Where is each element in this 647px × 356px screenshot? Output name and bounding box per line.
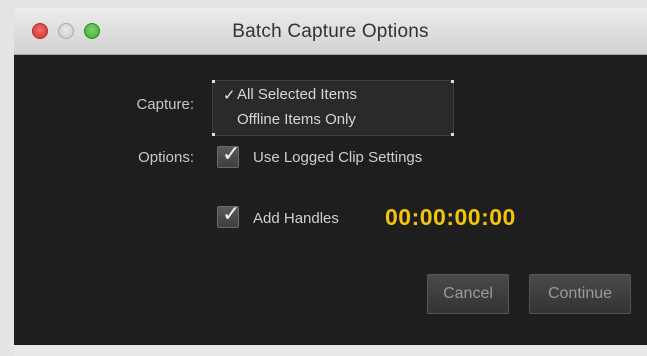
checkbox-tick-icon: ✓ bbox=[222, 141, 241, 166]
use-logged-clip-settings-label[interactable]: Use Logged Clip Settings bbox=[253, 149, 422, 166]
menu-item-all-selected-items[interactable]: ✓ All Selected Items bbox=[213, 86, 453, 108]
add-handles-label[interactable]: Add Handles bbox=[253, 210, 339, 227]
batch-capture-dialog: Batch Capture Options Capture: ✓ All Sel… bbox=[0, 0, 647, 356]
window-title: Batch Capture Options bbox=[232, 21, 429, 42]
checkmark-icon: ✓ bbox=[223, 87, 236, 104]
handles-timecode-field[interactable]: 00:00:00:00 bbox=[385, 204, 516, 231]
title-bar[interactable]: Batch Capture Options bbox=[14, 8, 647, 55]
menu-item-label: All Selected Items bbox=[237, 86, 358, 103]
menu-corner-marker bbox=[451, 133, 454, 136]
menu-corner-marker bbox=[451, 80, 454, 83]
capture-menu[interactable]: ✓ All Selected Items Offline Items Only bbox=[212, 80, 454, 136]
menu-item-label: Offline Items Only bbox=[237, 111, 356, 128]
window-bottom-edge bbox=[14, 345, 647, 356]
cancel-button[interactable]: Cancel bbox=[427, 274, 509, 314]
menu-item-offline-items-only[interactable]: Offline Items Only bbox=[213, 111, 453, 133]
menu-corner-marker bbox=[212, 80, 215, 83]
use-logged-clip-settings-checkbox[interactable]: ✓ bbox=[217, 141, 240, 168]
capture-label: Capture: bbox=[136, 96, 194, 113]
checkbox-tick-icon: ✓ bbox=[222, 201, 241, 226]
continue-button[interactable]: Continue bbox=[529, 274, 631, 314]
options-label: Options: bbox=[138, 149, 194, 166]
menu-corner-marker bbox=[212, 133, 215, 136]
add-handles-checkbox[interactable]: ✓ bbox=[217, 201, 240, 228]
